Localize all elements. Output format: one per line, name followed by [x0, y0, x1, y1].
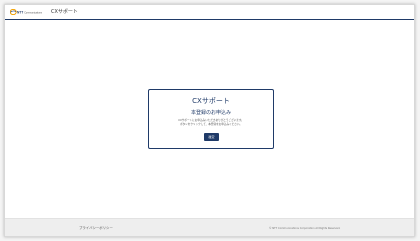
card-title: CXサポート — [192, 97, 230, 105]
description-line-2: ボタンをクリックして、本登録をお申込みください。 — [179, 123, 243, 126]
app-header: NTT Communications CXサポート — [5, 5, 414, 20]
svg-text:Communications: Communications — [24, 12, 43, 15]
copyright-text: © NTT Communications Corporation All Rig… — [269, 227, 341, 230]
svg-text:NTT: NTT — [17, 11, 23, 15]
card-subtitle: 本登録のお申込み — [190, 110, 231, 116]
browser-window: NTT Communications CXサポート CXサポート 本登録のお申込… — [4, 4, 415, 237]
ntt-logo[interactable]: NTT Communications — [10, 9, 46, 15]
card-description: CXサポートにお申込みいただきありがとうございます。 ボタンをクリックして、本登… — [155, 119, 267, 127]
app-title: CXサポート — [51, 9, 78, 15]
privacy-policy-link[interactable]: プライバシーポリシー — [79, 226, 113, 231]
registration-card: CXサポート 本登録のお申込み CXサポートにお申込みいただきありがとうございま… — [148, 89, 274, 149]
confirm-button[interactable]: 確定 — [204, 133, 219, 141]
page-footer: プライバシーポリシー © NTT Communications Corporat… — [5, 218, 414, 236]
